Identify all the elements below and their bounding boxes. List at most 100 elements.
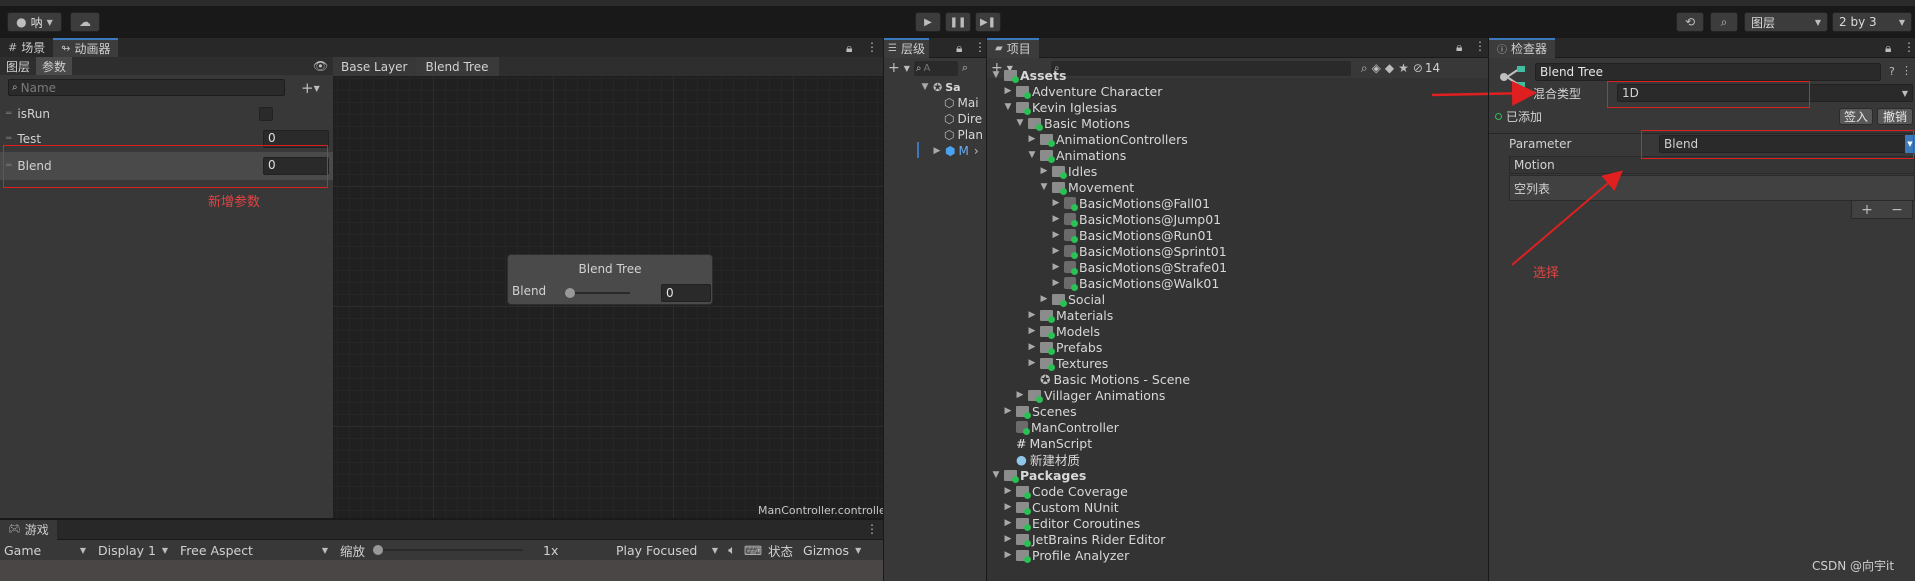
- project-item[interactable]: ▶ Social: [1039, 291, 1105, 307]
- hierarchy-item[interactable]: ⬡ Mai: [944, 95, 979, 111]
- more-icon[interactable]: ⋮: [866, 522, 878, 536]
- panel-separator[interactable]: [1488, 38, 1489, 581]
- expand-arrow-icon[interactable]: ▶: [1003, 406, 1013, 416]
- add-parameter-button[interactable]: + ▼: [301, 79, 320, 97]
- expand-arrow-icon[interactable]: ▶: [1051, 246, 1061, 256]
- lock-icon[interactable]: 🔒︎: [1885, 41, 1891, 56]
- expand-arrow-icon[interactable]: ▶: [1051, 262, 1061, 272]
- blend-slider-track[interactable]: [565, 288, 630, 298]
- help-icon[interactable]: ?: [1889, 65, 1895, 78]
- play-focused-dropdown[interactable]: Play Focused ▼: [612, 543, 722, 558]
- param-checkbox-isrun[interactable]: [259, 107, 273, 121]
- project-item[interactable]: ▶ BasicMotions@Sprint01: [1051, 243, 1227, 259]
- project-item[interactable]: ▼ Packages: [991, 467, 1086, 483]
- project-item[interactable]: ▼ Movement: [1039, 179, 1134, 195]
- expand-arrow-icon[interactable]: ▶: [1027, 342, 1037, 352]
- project-item[interactable]: ▶ Villager Animations: [1015, 387, 1165, 403]
- expand-arrow-icon[interactable]: ▶: [1039, 294, 1049, 304]
- project-item[interactable]: ▼ Basic Motions: [1015, 115, 1130, 131]
- hierarchy-item[interactable]: ▶ ⬢ M ›: [932, 143, 979, 159]
- tab-game[interactable]: 🎮︎ 游戏: [0, 519, 57, 540]
- pause-button[interactable]: ❚❚: [945, 12, 971, 32]
- remove-item-icon[interactable]: −: [1891, 202, 1903, 218]
- project-item[interactable]: ▶ Profile Analyzer: [1003, 547, 1129, 563]
- subtab-layers[interactable]: 图层: [0, 57, 36, 75]
- keyboard-icon[interactable]: ⌨: [742, 543, 764, 558]
- expand-arrow-icon[interactable]: ▶: [1003, 550, 1013, 560]
- expand-arrow-icon[interactable]: ▶: [1051, 230, 1061, 240]
- expand-arrow-icon[interactable]: ▶: [1051, 214, 1061, 224]
- hierarchy-item[interactable]: ⬡ Dire: [944, 111, 982, 127]
- eye-icon[interactable]: 👁︎: [313, 59, 328, 73]
- project-more-icon[interactable]: ⋮: [1474, 39, 1486, 53]
- blend-tree-node[interactable]: Blend Tree Blend 0: [507, 254, 713, 305]
- audio-icon[interactable]: 🔈︎: [722, 542, 742, 558]
- layout-dropdown[interactable]: 2 by 3 ▼: [1832, 12, 1912, 32]
- expand-arrow-icon[interactable]: ▶: [1003, 518, 1013, 528]
- aspect-dropdown[interactable]: Free Aspect ▼: [172, 543, 332, 558]
- expand-arrow-icon[interactable]: ▶: [1003, 502, 1013, 512]
- more-icon[interactable]: ⋮: [866, 40, 878, 54]
- project-item[interactable]: ▶ Textures: [1027, 355, 1108, 371]
- lock-icon[interactable]: 🔒︎: [846, 41, 852, 56]
- expand-arrow-icon[interactable]: ▼: [1039, 182, 1049, 192]
- project-item[interactable]: ▶ BasicMotions@Fall01: [1051, 195, 1210, 211]
- blend-tree-node-value[interactable]: 0: [661, 284, 711, 302]
- gizmos-dropdown[interactable]: Gizmos ▼: [797, 543, 861, 558]
- plus-icon[interactable]: +: [888, 60, 900, 76]
- expand-arrow-icon[interactable]: ▼: [1003, 102, 1013, 112]
- expand-arrow-icon[interactable]: ▶: [1027, 326, 1037, 336]
- tab-scene[interactable]: # 场景: [0, 38, 53, 58]
- project-item[interactable]: ManController: [1003, 419, 1119, 435]
- history-button[interactable]: ⟲: [1676, 12, 1704, 32]
- game-viewport[interactable]: [0, 560, 883, 581]
- tab-inspector[interactable]: ⓘ 检查器: [1489, 37, 1556, 58]
- project-item[interactable]: ▼ Assets: [991, 67, 1066, 83]
- panel-separator[interactable]: [0, 518, 883, 520]
- expand-arrow-icon[interactable]: ▼: [1015, 118, 1025, 128]
- step-button[interactable]: ▶❚: [975, 12, 1001, 32]
- more-icon[interactable]: ⋮: [1903, 40, 1915, 54]
- expand-arrow-icon[interactable]: ▶: [1051, 278, 1061, 288]
- expand-arrow-icon[interactable]: ▼: [991, 470, 1001, 480]
- display-dropdown[interactable]: Display 1 ▼: [90, 543, 172, 558]
- revert-button[interactable]: 撤销: [1877, 108, 1913, 125]
- project-item[interactable]: ● 新建材质: [1003, 451, 1080, 468]
- subtab-parameters[interactable]: 参数: [36, 57, 73, 75]
- expand-arrow-icon[interactable]: ▶: [1015, 390, 1025, 400]
- project-item[interactable]: ▶ Code Coverage: [1003, 483, 1128, 499]
- panel-separator[interactable]: [986, 38, 987, 581]
- tab-hierarchy[interactable]: ☰ 层级: [884, 37, 929, 58]
- project-item[interactable]: ▶ AnimationControllers: [1027, 131, 1188, 147]
- zoom-slider[interactable]: [373, 545, 524, 555]
- param-row-isrun[interactable]: ═ isRun: [0, 102, 333, 126]
- drag-handle-icon[interactable]: ═: [6, 134, 11, 144]
- project-item[interactable]: ✪ Basic Motions - Scene: [1027, 371, 1190, 387]
- more-icon[interactable]: ⋮: [974, 40, 986, 54]
- expand-arrow-icon[interactable]: ▶: [1003, 86, 1013, 96]
- hierarchy-search[interactable]: ⌕ A: [913, 60, 958, 76]
- expand-arrow-icon[interactable]: ▶: [1051, 198, 1061, 208]
- project-item[interactable]: ▶ Materials: [1027, 307, 1113, 323]
- zoom-slider-thumb[interactable]: [373, 545, 384, 555]
- expand-arrow-icon[interactable]: ▼: [991, 70, 1001, 80]
- expand-arrow-icon[interactable]: ▶: [1027, 134, 1037, 144]
- project-item[interactable]: ▼ Animations: [1027, 147, 1126, 163]
- project-item[interactable]: ▶ JetBrains Rider Editor: [1003, 531, 1165, 547]
- project-item[interactable]: ▼ Kevin Iglesias: [1003, 99, 1117, 115]
- hierarchy-item[interactable]: ⬡ Plan: [944, 127, 983, 143]
- expand-arrow-icon[interactable]: ▶: [1027, 310, 1037, 320]
- breadcrumb-blend-tree[interactable]: Blend Tree: [415, 57, 499, 76]
- project-item[interactable]: ▶ Models: [1027, 323, 1100, 339]
- lock-icon[interactable]: 🔒︎: [956, 41, 962, 56]
- stats-button[interactable]: 状态: [764, 541, 797, 560]
- project-item[interactable]: ▶ Prefabs: [1027, 339, 1102, 355]
- project-item[interactable]: ▶ BasicMotions@Jump01: [1051, 211, 1221, 227]
- expand-arrow-icon[interactable]: ▶: [1003, 534, 1013, 544]
- zoom-control[interactable]: 缩放 1x: [332, 541, 612, 560]
- project-lock-icon[interactable]: 🔒︎: [1456, 40, 1462, 55]
- blend-slider-thumb[interactable]: [565, 288, 575, 298]
- account-dropdown[interactable]: ● 呐 ▼: [7, 12, 62, 32]
- expand-arrow-icon[interactable]: ▶: [1039, 166, 1049, 176]
- tab-project[interactable]: ▰ 项目: [987, 37, 1039, 58]
